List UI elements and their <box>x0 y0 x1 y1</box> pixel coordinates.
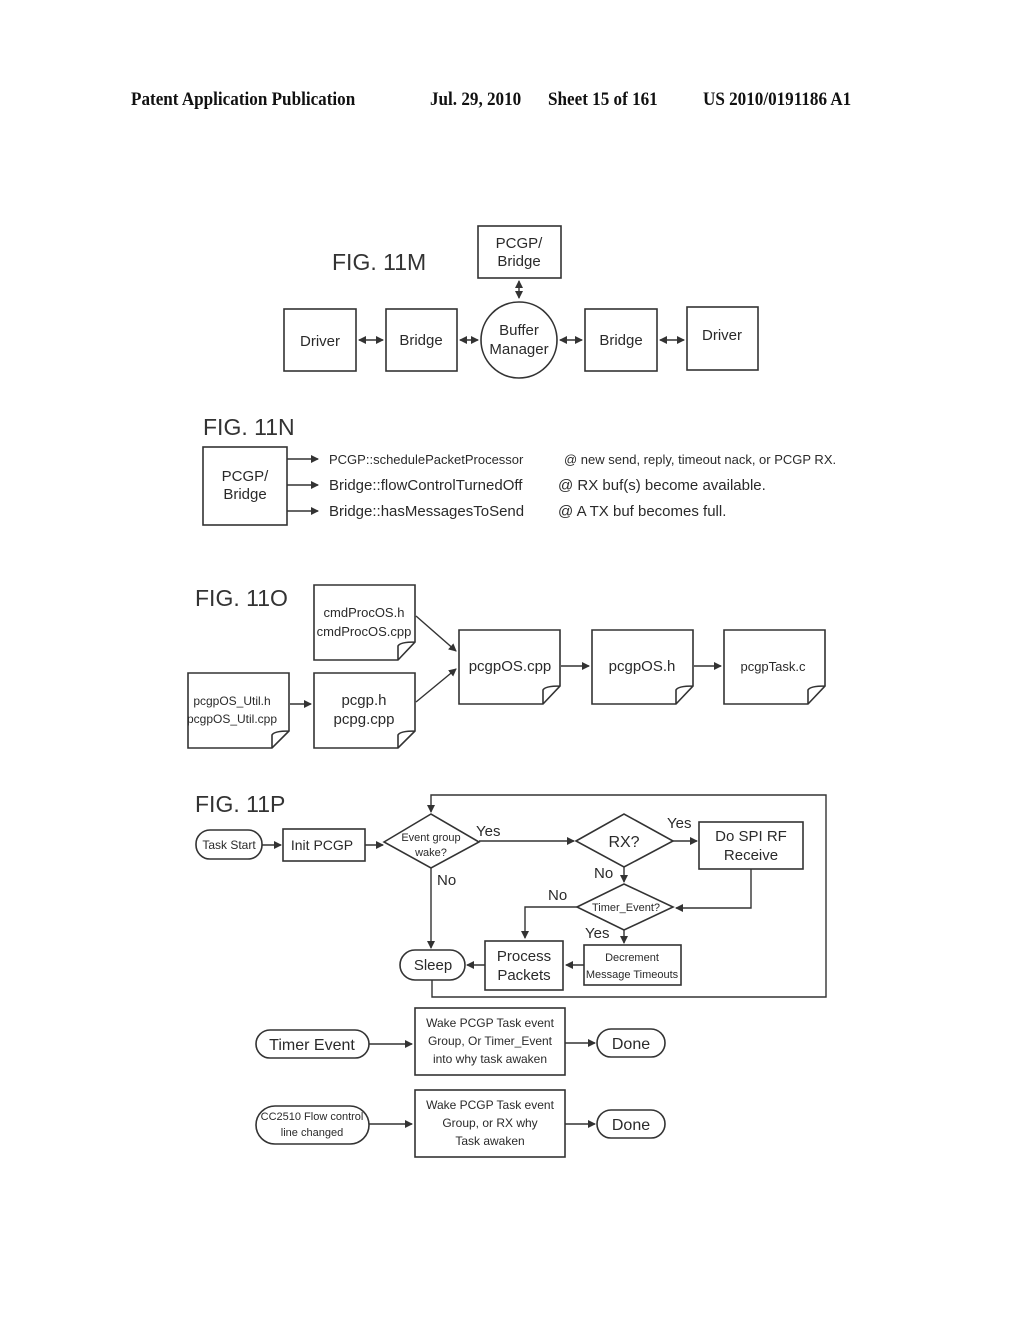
bridge-right-label: Bridge <box>599 332 642 349</box>
yes-label: Yes <box>667 815 691 832</box>
source-label: Bridge <box>223 486 266 503</box>
spi-label: Do SPI RF <box>715 828 787 845</box>
file-label: cmdProcOS.cpp <box>317 624 412 639</box>
fig-11m-title: FIG. 11M <box>332 249 426 275</box>
wake-label: Wake PCGP Task event <box>426 1098 555 1112</box>
bridge-left-label: Bridge <box>399 332 442 349</box>
decision-label: wake? <box>414 847 447 859</box>
file-label: pcgp.h <box>341 692 386 709</box>
file-pcgpos-util <box>187 672 290 749</box>
yes-label: Yes <box>476 823 500 840</box>
call-method: Bridge::flowControlTurnedOff <box>329 477 523 494</box>
no-label: No <box>437 872 456 889</box>
fig-11m: FIG. 11M PCGP/ Bridge Driver Bridge Buff… <box>283 225 759 379</box>
no-label: No <box>594 865 613 882</box>
pcgp-bridge-box <box>477 225 562 279</box>
no-label: No <box>548 887 567 904</box>
decision-label: RX? <box>608 834 639 851</box>
buffer-manager-label: Manager <box>489 341 548 358</box>
wake-label: Group, Or Timer_Event <box>428 1034 553 1048</box>
call-method: PCGP::schedulePacketProcessor <box>329 452 524 467</box>
file-label: pcgpTask.c <box>740 659 806 674</box>
cc2510-label: line changed <box>281 1127 343 1139</box>
wake-label: Group, or RX why <box>442 1116 537 1130</box>
pcgp-bridge-label: PCGP/ <box>496 235 544 252</box>
buffer-manager-label: Buffer <box>499 322 539 339</box>
file-label: pcgpOS_Util.cpp <box>187 712 277 726</box>
figures-canvas: FIG. 11M PCGP/ Bridge Driver Bridge Buff… <box>187 225 836 1158</box>
source-label: PCGP/ <box>222 468 270 485</box>
driver-right-label: Driver <box>702 327 742 344</box>
call-condition: @ new send, reply, timeout nack, or PCGP… <box>564 452 836 467</box>
fig-11o-title: FIG. 11O <box>195 585 288 611</box>
dependency-arrow <box>415 668 457 703</box>
flow-arrow <box>521 906 577 939</box>
fig-11n: FIG. 11N PCGP/ Bridge PCGP::schedulePack… <box>202 414 836 526</box>
process-label: Packets <box>497 967 550 984</box>
decrement-label: Message Timeouts <box>586 969 679 981</box>
fig-11p-title: FIG. 11P <box>195 791 285 817</box>
file-cmdprocos <box>313 584 416 661</box>
fig-11n-title: FIG. 11N <box>203 414 295 440</box>
call-condition: @ RX buf(s) become available. <box>558 477 766 494</box>
driver-left-label: Driver <box>300 333 340 350</box>
file-label: pcpg.cpp <box>334 711 395 728</box>
wake-label: Task awaken <box>455 1134 524 1148</box>
call-condition: @ A TX buf becomes full. <box>558 503 726 520</box>
init-pcgp-label: Init PCGP <box>291 837 353 853</box>
buffer-manager-circle <box>480 301 558 379</box>
file-label: pcgpOS.h <box>609 658 676 675</box>
wake-label: into why task awaken <box>433 1052 547 1066</box>
file-label: pcgpOS.cpp <box>469 658 552 675</box>
flow-arrow <box>675 869 752 912</box>
cc2510-label: CC2510 Flow control <box>261 1111 364 1123</box>
task-start-label: Task Start <box>202 838 256 852</box>
file-label: cmdProcOS.h <box>324 605 405 620</box>
process-label: Process <box>497 948 551 965</box>
fig-11o: FIG. 11O cmdProcOS.h cmdProcOS.cpp pcgpO… <box>187 584 826 749</box>
decrement-label: Decrement <box>605 952 659 964</box>
dependency-arrow <box>415 615 457 652</box>
fig-11p: FIG. 11P Task Start Init PCGP Event grou… <box>195 791 827 1158</box>
wake-label: Wake PCGP Task event <box>426 1016 555 1030</box>
decision-label: Event group <box>401 832 460 844</box>
call-method: Bridge::hasMessagesToSend <box>329 503 524 520</box>
decision-label: Timer_Event? <box>592 902 660 914</box>
sleep-label: Sleep <box>414 957 452 974</box>
done-label: Done <box>612 1036 650 1053</box>
done-label: Done <box>612 1117 650 1134</box>
file-label: pcgpOS_Util.h <box>193 694 270 708</box>
spi-label: Receive <box>724 847 778 864</box>
pcgp-bridge-label: Bridge <box>497 253 540 270</box>
timer-event-label: Timer Event <box>269 1037 355 1054</box>
yes-label: Yes <box>585 925 609 942</box>
